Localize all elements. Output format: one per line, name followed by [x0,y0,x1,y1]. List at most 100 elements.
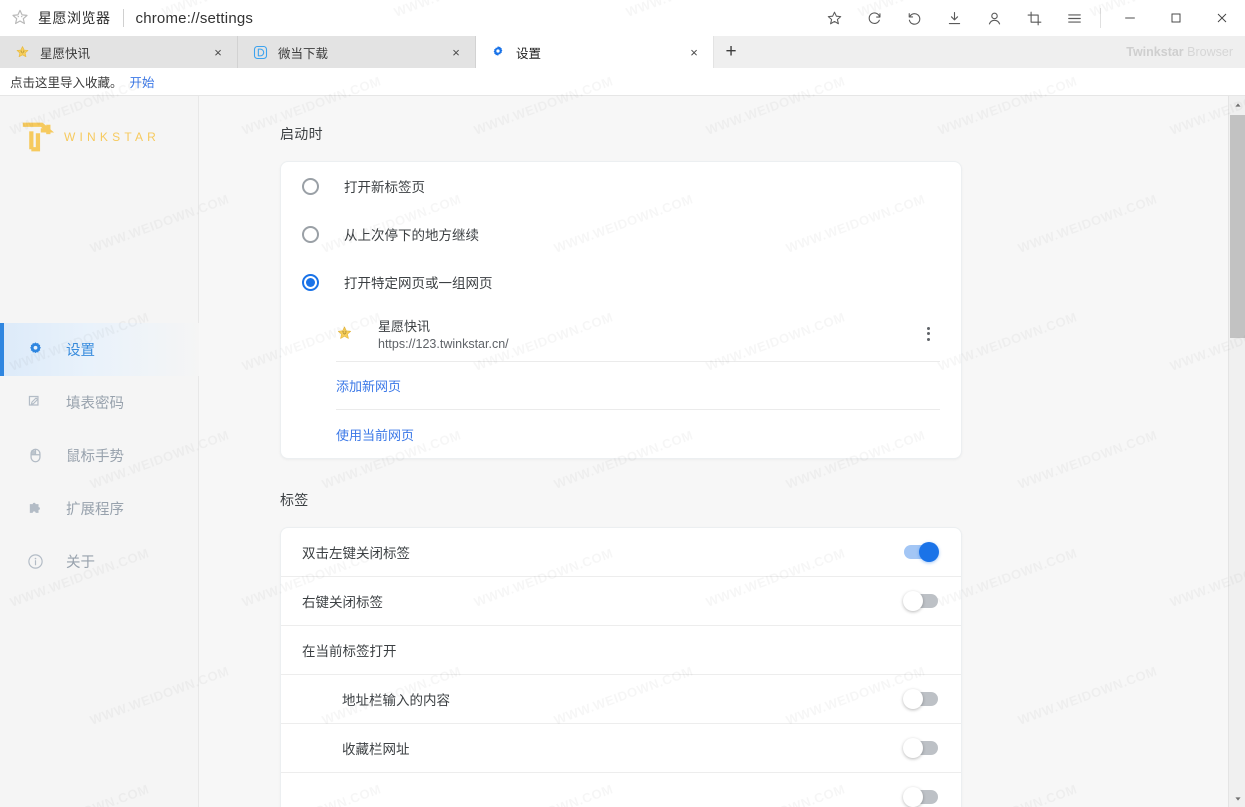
bookmark-star-icon[interactable] [814,0,854,36]
menu-icon[interactable] [1054,0,1094,36]
startup-option-new-tab[interactable]: 打开新标签页 [281,162,961,210]
sidebar-item-label: 关于 [66,555,95,571]
toggle-switch-off[interactable] [903,591,938,611]
sidebar-item-about[interactable]: 关于 [0,535,199,588]
startup-option-specific-pages[interactable]: 打开特定网页或一组网页 [281,258,961,306]
setting-label: 地址栏输入的内容 [342,693,450,708]
tabs-section-title: 标签 [280,492,309,508]
bookmark-import-text: 点击这里导入收藏。 [10,76,123,90]
sidebar-item-label: 设置 [66,343,95,359]
title-bar-right [814,0,1245,36]
radio-button-selected[interactable] [302,273,319,291]
tab-xingyuan-kuaixun[interactable]: 星愿快讯 × [0,36,238,68]
toggle-switch-off[interactable] [903,787,938,807]
star-favicon [336,325,354,343]
account-icon[interactable] [974,0,1014,36]
setting-group-label: 在当前标签打开 [302,644,397,659]
sidebar-nav: 设置 填表密码 鼠标手势 扩展程序 关于 [0,323,199,588]
toggle-switch-on[interactable] [904,542,939,562]
tab-close-icon[interactable]: × [683,41,705,63]
sidebar-item-label: 填表密码 [66,396,124,412]
sidebar-item-label: 鼠标手势 [66,449,124,465]
settings-content-inner: 启动时 打开新标签页 从上次停下的地方继续 打开特定网页或一组网页 星愿快讯 h… [199,96,1245,807]
more-vertical-icon[interactable] [916,322,940,346]
dot [926,337,930,341]
sidebar: WINKSTAR 设置 填表密码 鼠标手势 扩展程序 关于 [0,96,199,807]
sidebar-item-label: 扩展程序 [66,502,124,518]
tab-weidang-xiazai[interactable]: 微当下载 × [238,36,476,68]
winkstar-logo-text: WINKSTAR [64,130,161,144]
scroll-down-arrow-icon[interactable] [1229,790,1245,807]
sidebar-item-mouse-gesture[interactable]: 鼠标手势 [0,429,199,482]
address-text[interactable]: chrome://settings [136,10,254,27]
history-icon[interactable] [894,0,934,36]
startup-section-title: 启动时 [280,126,323,142]
startup-option-continue[interactable]: 从上次停下的地方继续 [281,210,961,258]
sync-refresh-icon[interactable] [854,0,894,36]
title-divider [122,9,124,27]
setting-label: 右键关闭标签 [302,595,383,610]
startup-page-name: 星愿快讯 [378,319,431,334]
window-controls-divider [1100,8,1101,28]
sidebar-item-extensions[interactable]: 扩展程序 [0,482,199,535]
radio-button[interactable] [302,177,319,195]
title-bar-left: 星愿浏览器 chrome://settings [0,8,253,28]
browser-watermark-label: Twinkstar Browser [1126,45,1233,59]
use-current-page-link[interactable]: 使用当前网页 [336,410,940,458]
bookmark-import-start-link[interactable]: 开始 [130,72,155,91]
tab-settings[interactable]: 设置 × [476,36,714,68]
browser-watermark-bold: Twinkstar [1126,45,1184,59]
startup-option-label: 从上次停下的地方继续 [344,228,479,243]
tab-strip: 星愿快讯 × 微当下载 × 设置 × + Twinkstar Browser [0,36,1245,68]
startup-page-url: https://123.twinkstar.cn/ [378,337,509,351]
dot [926,326,930,330]
mouse-icon [26,447,44,465]
settings-content: 启动时 打开新标签页 从上次停下的地方继续 打开特定网页或一组网页 星愿快讯 h… [199,96,1245,807]
tab-title: 星愿快讯 [40,46,91,61]
setting-row-partial[interactable] [281,773,961,807]
toggle-switch-off[interactable] [903,689,938,709]
tabs-card: 双击左键关闭标签 右键关闭标签 在当前标签打开 地址栏输入的内容 收藏栏网址 [280,527,962,807]
new-tab-button[interactable]: + [714,36,748,68]
bookmark-bar: 点击这里导入收藏。 开始 [0,68,1245,96]
toggle-knob [903,591,923,611]
toggle-knob [903,738,923,758]
toggle-knob [903,689,923,709]
scrollbar-track[interactable] [1229,113,1245,790]
minimize-button[interactable] [1107,0,1153,36]
startup-pages-list: 星愿快讯 https://123.twinkstar.cn/ 添加新网页 使用当… [281,306,961,458]
setting-row-right-click-close-tab[interactable]: 右键关闭标签 [281,577,961,626]
page-scrollbar[interactable] [1228,96,1245,807]
puzzle-icon [26,500,44,518]
startup-option-label: 打开特定网页或一组网页 [344,276,493,291]
info-circle-icon [26,553,44,571]
toggle-switch-off[interactable] [903,738,938,758]
tab-close-icon[interactable]: × [445,41,467,63]
tab-title: 微当下载 [278,46,329,61]
add-new-page-link[interactable]: 添加新网页 [336,362,940,410]
setting-row-bookmark-url[interactable]: 收藏栏网址 [281,724,961,773]
sidebar-item-form-password[interactable]: 填表密码 [0,376,199,429]
scrollbar-thumb[interactable] [1230,115,1245,338]
setting-row-double-click-close-tab[interactable]: 双击左键关闭标签 [281,528,961,577]
setting-label: 收藏栏网址 [342,742,410,757]
scroll-up-arrow-icon[interactable] [1229,96,1245,113]
gear-icon [26,341,44,359]
sidebar-item-settings[interactable]: 设置 [0,323,199,376]
tab-strip-filler: Twinkstar Browser [748,36,1245,68]
tab-close-icon[interactable]: × [207,41,229,63]
settings-page: WINKSTAR 设置 填表密码 鼠标手势 扩展程序 关于 启动时 打开新标签页… [0,96,1245,807]
downloads-icon[interactable] [934,0,974,36]
form-edit-icon [26,394,44,412]
setting-group-open-in-current-tab: 在当前标签打开 [281,626,961,675]
maximize-button[interactable] [1153,0,1199,36]
title-bar: 星愿浏览器 chrome://settings [0,0,1245,36]
radio-button[interactable] [302,225,319,243]
setting-row-omnibox-input[interactable]: 地址栏输入的内容 [281,675,961,724]
screenshot-crop-icon[interactable] [1014,0,1054,36]
browser-brand-name: 星愿浏览器 [38,10,111,26]
startup-page-row[interactable]: 星愿快讯 https://123.twinkstar.cn/ [336,306,940,362]
winkstar-logo: WINKSTAR [0,96,198,154]
close-button[interactable] [1199,0,1245,36]
